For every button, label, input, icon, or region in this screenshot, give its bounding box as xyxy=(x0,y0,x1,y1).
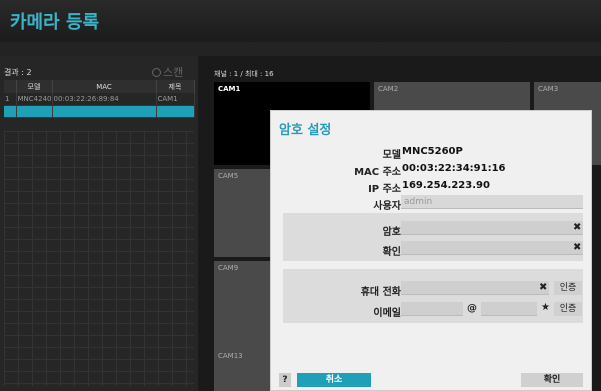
row-title: CAM2 xyxy=(156,105,195,118)
password-field[interactable] xyxy=(401,221,583,235)
mac-value: 00:03:22:34:91:16 xyxy=(402,163,506,174)
dialog-title: 암호 설정 xyxy=(279,123,332,138)
camera-list-panel: 결과 : 2 스캔 모델 MAC 제목 1 MNC4240BR 00:03:22… xyxy=(0,56,198,391)
row-mac: 00:03:22:26:89:84 xyxy=(52,93,157,106)
column-header-model[interactable]: 모델 xyxy=(16,80,53,93)
search-icon xyxy=(152,68,161,77)
top-strip xyxy=(0,42,601,56)
row-model: MNC4240BR xyxy=(16,93,53,106)
user-label: 사용자 xyxy=(373,201,401,212)
row-model: MNC5260P xyxy=(16,105,53,118)
password-label: 암호 xyxy=(382,227,401,238)
camera-table: 모델 MAC 제목 1 MNC4240BR 00:03:22:26:89:84 … xyxy=(4,80,195,118)
cancel-button[interactable]: 취소 xyxy=(297,373,371,387)
clear-phone-icon[interactable]: ✖ xyxy=(539,282,547,293)
empty-table-grid xyxy=(4,131,194,386)
window-title: 카메라 등록 xyxy=(10,12,100,33)
ip-label: IP 주소 xyxy=(368,184,401,195)
scan-label: 스캔 xyxy=(163,66,184,79)
row-index: 1 xyxy=(4,93,17,106)
confirm-password-field[interactable] xyxy=(401,241,583,255)
row-mac: 00:03:22:34:91:16 xyxy=(52,105,157,118)
scan-button[interactable]: 스캔 xyxy=(152,64,183,80)
phone-field[interactable] xyxy=(401,281,549,295)
email-label: 이메일 xyxy=(373,308,401,319)
password-dialog: 암호 설정 모델 MNC5260P MAC 주소 00:03:22:34:91:… xyxy=(270,110,592,391)
ip-value: 169.254.223.90 xyxy=(402,180,490,191)
clear-password-icon[interactable]: ✖ xyxy=(573,222,581,233)
table-row-selected[interactable]: 2 MNC5260P 00:03:22:34:91:16 CAM2 xyxy=(4,105,195,118)
confirm-label: 확인 xyxy=(382,247,401,258)
at-sign: @ xyxy=(467,303,477,314)
user-field[interactable]: admin xyxy=(401,195,583,209)
email-local-field[interactable] xyxy=(401,302,463,316)
column-header-index xyxy=(4,80,17,93)
row-title: CAM1 xyxy=(156,93,195,106)
column-header-title[interactable]: 제목 xyxy=(156,80,195,93)
model-value: MNC5260P xyxy=(402,146,463,157)
email-domain-star-icon[interactable]: ★ xyxy=(541,302,550,313)
column-header-mac[interactable]: MAC xyxy=(52,80,157,93)
email-domain-field[interactable] xyxy=(481,302,537,316)
email-auth-button[interactable]: 인증 xyxy=(554,302,582,316)
clear-confirm-icon[interactable]: ✖ xyxy=(573,242,581,253)
phone-label: 휴대 전화 xyxy=(360,287,401,298)
phone-auth-button[interactable]: 인증 xyxy=(554,281,582,295)
row-index: 2 xyxy=(4,105,17,118)
model-label: 모델 xyxy=(382,150,401,161)
ok-button[interactable]: 확인 xyxy=(521,373,583,387)
title-bar: 카메라 등록 xyxy=(0,0,601,42)
table-header: 모델 MAC 제목 xyxy=(4,80,195,93)
mac-label: MAC 주소 xyxy=(354,167,401,178)
channel-info: 채널 : 1 / 최대 : 16 xyxy=(214,70,274,78)
table-row[interactable]: 1 MNC4240BR 00:03:22:26:89:84 CAM1 xyxy=(4,93,195,106)
help-button[interactable]: ? xyxy=(279,373,291,387)
results-count: 결과 : 2 xyxy=(4,68,32,77)
